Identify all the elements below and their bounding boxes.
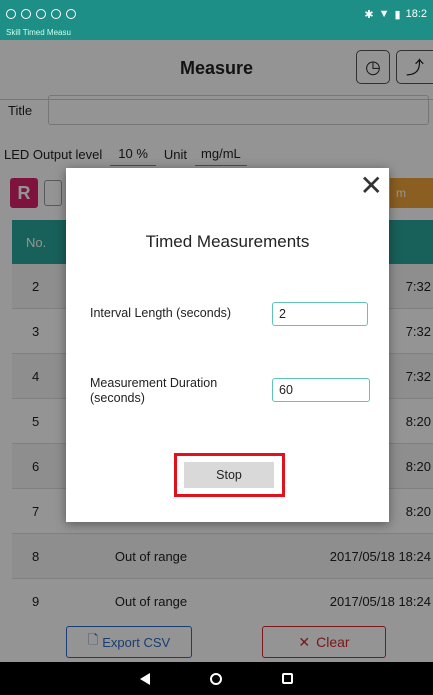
stop-highlight-box: [174, 453, 285, 497]
recent-apps-icon[interactable]: [282, 673, 293, 684]
battery-icon: ▮: [394, 8, 401, 21]
clock-time: 18:2: [405, 8, 427, 20]
notification-icons: [6, 9, 76, 19]
measurement-duration-input[interactable]: 60: [272, 378, 370, 402]
close-icon[interactable]: ✕: [360, 172, 383, 200]
dialog-title: Timed Measurements: [145, 232, 310, 251]
wifi-icon: ▼: [378, 8, 390, 20]
status-subtext: Skill Timed Measu: [0, 28, 433, 40]
system-icons: ✱ ▼ ▮ 18:2: [364, 8, 427, 21]
navigation-bar: [0, 662, 433, 695]
interval-length-input[interactable]: 2: [272, 302, 368, 326]
notification-icon: [66, 9, 76, 19]
measurement-duration-label-line1: Measurement Duration: [90, 376, 218, 390]
notification-icon: [36, 9, 46, 19]
measurement-duration-label-line2: (seconds): [90, 391, 145, 405]
measurement-duration-label: Measurement Duration (seconds): [90, 376, 217, 406]
bluetooth-icon: ✱: [364, 8, 374, 21]
notification-icon: [6, 9, 16, 19]
status-bar: ✱ ▼ ▮ 18:2: [0, 0, 433, 28]
notification-icon: [51, 9, 61, 19]
back-icon[interactable]: [140, 672, 150, 685]
home-icon[interactable]: [210, 672, 222, 685]
interval-length-label: Interval Length (seconds): [90, 306, 232, 320]
notification-icon: [21, 9, 31, 19]
